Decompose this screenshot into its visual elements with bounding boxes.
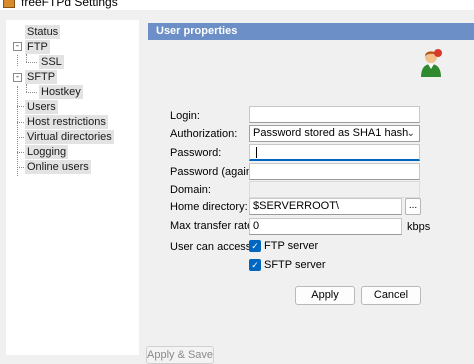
- tree-line: [17, 106, 24, 107]
- login-field[interactable]: [249, 106, 420, 123]
- tree-line: [17, 122, 24, 123]
- password-again-label: Password (again):: [170, 166, 259, 178]
- tree-item-users[interactable]: Users: [25, 100, 58, 114]
- tree-item-online-users[interactable]: Online users: [25, 160, 91, 174]
- apply-button[interactable]: Apply: [295, 286, 355, 305]
- home-directory-label: Home directory:: [170, 201, 248, 213]
- login-label: Login:: [170, 110, 200, 122]
- cancel-button[interactable]: Cancel: [361, 286, 421, 305]
- password-again-field[interactable]: [249, 163, 420, 180]
- tree-expander-icon[interactable]: -: [13, 73, 22, 82]
- sftp-server-label: SFTP server: [264, 259, 326, 271]
- settings-tree[interactable]: - - Status FTP SSL SFTP Hostkey Users Ho…: [6, 20, 139, 355]
- tree-item-logging[interactable]: Logging: [25, 145, 69, 159]
- tree-item-status[interactable]: Status: [25, 25, 61, 39]
- max-transfer-rate-field[interactable]: 0: [249, 218, 402, 235]
- tree-line: [26, 92, 37, 93]
- tree-item-hostkey[interactable]: Hostkey: [39, 85, 83, 99]
- authorization-label: Authorization:: [170, 128, 238, 140]
- tree-line: [17, 152, 24, 153]
- password-field[interactable]: [249, 144, 420, 161]
- checkmark-icon[interactable]: ✓: [249, 240, 261, 252]
- tree-line: [26, 84, 27, 92]
- transfer-rate-unit: kbps: [407, 221, 431, 233]
- tree-item-virtual-directories[interactable]: Virtual directories: [25, 130, 114, 144]
- tree-item-sftp[interactable]: SFTP: [25, 70, 58, 84]
- tree-line: [26, 54, 27, 62]
- home-directory-field[interactable]: $SERVERROOT\: [249, 198, 402, 215]
- tree-line: [17, 137, 24, 138]
- tree-item-ftp[interactable]: FTP: [25, 40, 50, 54]
- authorization-value: Password stored as SHA1 hash: [253, 127, 409, 139]
- tree-item-host-restrictions[interactable]: Host restrictions: [25, 115, 108, 129]
- domain-field: [249, 181, 420, 198]
- tree-line: [17, 167, 24, 168]
- authorization-select[interactable]: Password stored as SHA1 hash ⌄: [249, 125, 420, 142]
- tree-line: [17, 86, 18, 176]
- tree-item-ssl[interactable]: SSL: [39, 55, 64, 69]
- ftp-server-label: FTP server: [264, 240, 319, 252]
- text-caret: [256, 147, 257, 158]
- chevron-down-icon: ⌄: [406, 128, 415, 139]
- browse-button[interactable]: ...: [405, 198, 421, 215]
- password-label: Password:: [170, 147, 222, 159]
- tree-line: [26, 62, 37, 63]
- user-add-icon: [421, 49, 442, 77]
- apply-save-button[interactable]: Apply & Save: [146, 346, 214, 364]
- checkmark-icon[interactable]: ✓: [249, 259, 261, 271]
- domain-label: Domain:: [170, 184, 211, 196]
- tree-line: [17, 55, 18, 66]
- max-transfer-rate-label: Max transfer rate:: [170, 220, 257, 232]
- user-can-access-label: User can access:: [170, 241, 255, 253]
- window-title: freeFTPd Settings: [21, 0, 118, 9]
- tree-expander-icon[interactable]: -: [13, 42, 22, 51]
- title-bar: freeFTPd Settings: [0, 0, 474, 10]
- panel-header: User properties: [148, 23, 474, 40]
- app-icon: [3, 0, 15, 8]
